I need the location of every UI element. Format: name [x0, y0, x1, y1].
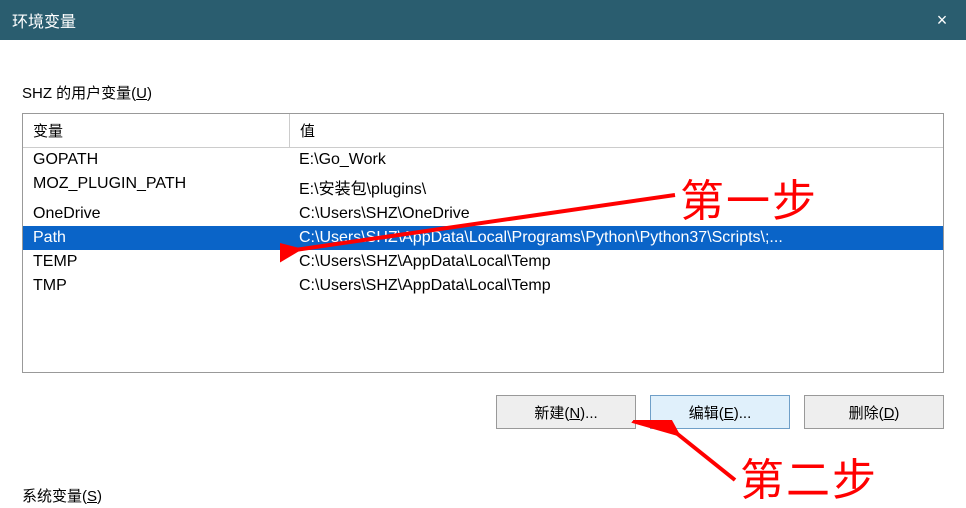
- table-row[interactable]: TMPC:\Users\SHZ\AppData\Local\Temp: [23, 274, 943, 298]
- col-header-variable[interactable]: 变量: [23, 114, 289, 147]
- button-row: 新建(N)... 编辑(E)... 删除(D): [22, 395, 944, 429]
- cell-value: C:\Users\SHZ\AppData\Local\Temp: [289, 250, 943, 274]
- content-area: SHZ 的用户变量(U) 变量 值 GOPATHE:\Go_WorkMOZ_PL…: [0, 40, 966, 506]
- cell-value: C:\Users\SHZ\AppData\Local\Programs\Pyth…: [289, 226, 943, 250]
- close-icon: ×: [937, 10, 948, 31]
- table-row[interactable]: PathC:\Users\SHZ\AppData\Local\Programs\…: [23, 226, 943, 250]
- user-vars-table[interactable]: 变量 值 GOPATHE:\Go_WorkMOZ_PLUGIN_PATHE:\安…: [22, 113, 944, 373]
- cell-value: C:\Users\SHZ\OneDrive: [289, 202, 943, 226]
- close-button[interactable]: ×: [918, 0, 966, 40]
- cell-value: E:\安装包\plugins\: [289, 172, 943, 202]
- cell-variable: OneDrive: [23, 202, 289, 226]
- col-header-value[interactable]: 值: [290, 114, 943, 147]
- annotation-step1: 第一步: [680, 165, 818, 229]
- cell-value: E:\Go_Work: [289, 148, 943, 172]
- window-title: 环境变量: [12, 8, 918, 32]
- table-row[interactable]: TEMPC:\Users\SHZ\AppData\Local\Temp: [23, 250, 943, 274]
- user-vars-label: SHZ 的用户变量(U): [22, 82, 944, 103]
- titlebar: 环境变量 ×: [0, 0, 966, 40]
- cell-variable: MOZ_PLUGIN_PATH: [23, 172, 289, 202]
- cell-variable: TEMP: [23, 250, 289, 274]
- cell-variable: GOPATH: [23, 148, 289, 172]
- annotation-step2: 第二步: [740, 444, 878, 508]
- new-button[interactable]: 新建(N)...: [496, 395, 636, 429]
- cell-variable: Path: [23, 226, 289, 250]
- table-header: 变量 值: [23, 114, 943, 148]
- edit-button[interactable]: 编辑(E)...: [650, 395, 790, 429]
- cell-variable: TMP: [23, 274, 289, 298]
- delete-button[interactable]: 删除(D): [804, 395, 944, 429]
- cell-value: C:\Users\SHZ\AppData\Local\Temp: [289, 274, 943, 298]
